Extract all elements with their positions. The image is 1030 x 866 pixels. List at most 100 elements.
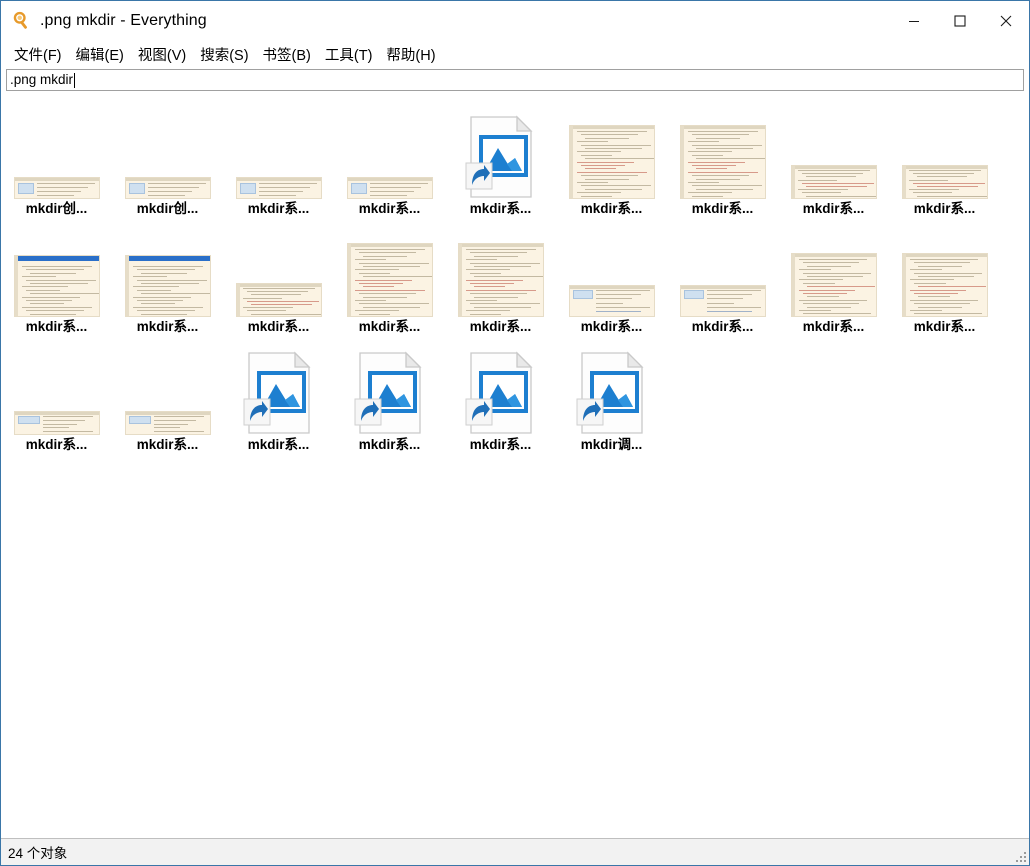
- result-item[interactable]: mkdir系...: [667, 103, 778, 221]
- result-item-label: mkdir调...: [580, 437, 643, 452]
- result-thumbnail: [560, 221, 664, 317]
- close-button[interactable]: [983, 1, 1029, 41]
- result-thumbnail: [116, 103, 220, 199]
- result-thumbnail: [227, 221, 331, 317]
- result-item-label: mkdir系...: [913, 201, 976, 216]
- result-item-label: mkdir系...: [913, 319, 976, 334]
- result-item-label: mkdir系...: [469, 201, 532, 216]
- close-icon: [1000, 15, 1012, 27]
- results-pane[interactable]: mkdir创... mkdir创... mkdir系... mkdir系... mkdi…: [1, 95, 1029, 838]
- everything-window: .png mkdir - Everything 文件(F) 编辑(E) 视图(V…: [0, 0, 1030, 866]
- result-thumbnail: [5, 339, 109, 435]
- result-item[interactable]: mkdir系...: [334, 103, 445, 221]
- result-item[interactable]: mkdir系...: [445, 339, 556, 457]
- maximize-button[interactable]: [937, 1, 983, 41]
- result-item[interactable]: mkdir系...: [223, 221, 334, 339]
- result-item-label: mkdir系...: [25, 437, 88, 452]
- picture-shortcut-icon: [576, 351, 644, 434]
- result-item[interactable]: mkdir系...: [334, 339, 445, 457]
- title-bar[interactable]: .png mkdir - Everything: [1, 1, 1029, 41]
- result-thumbnail: [116, 339, 220, 435]
- result-item[interactable]: mkdir系...: [1, 221, 112, 339]
- search-bar: .png mkdir: [1, 67, 1029, 95]
- menu-item-view[interactable]: 视图(V): [131, 42, 193, 67]
- result-item-label: mkdir系...: [247, 201, 310, 216]
- result-thumbnail: [449, 221, 553, 317]
- result-thumbnail: [560, 103, 664, 199]
- result-item[interactable]: mkdir系...: [556, 221, 667, 339]
- result-thumbnail: [893, 221, 997, 317]
- result-thumbnail: [338, 339, 442, 435]
- result-thumbnail: [338, 103, 442, 199]
- result-item-label: mkdir系...: [358, 319, 421, 334]
- result-thumbnail: [671, 221, 775, 317]
- result-item[interactable]: mkdir创...: [112, 103, 223, 221]
- result-item[interactable]: mkdir系...: [334, 221, 445, 339]
- menu-item-bookmarks[interactable]: 书签(B): [256, 42, 318, 67]
- result-item[interactable]: mkdir系...: [112, 339, 223, 457]
- result-thumbnail: [116, 221, 220, 317]
- window-controls: [891, 1, 1029, 41]
- result-item-label: mkdir系...: [469, 319, 532, 334]
- result-thumbnail: [893, 103, 997, 199]
- menu-item-file[interactable]: 文件(F): [7, 42, 69, 67]
- menu-item-search[interactable]: 搜索(S): [193, 42, 255, 67]
- result-item[interactable]: mkdir系...: [223, 103, 334, 221]
- result-item[interactable]: mkdir创...: [1, 103, 112, 221]
- menu-item-tools[interactable]: 工具(T): [318, 42, 380, 67]
- result-thumbnail: [560, 339, 664, 435]
- picture-shortcut-icon: [354, 351, 422, 434]
- result-thumbnail: [671, 103, 775, 199]
- result-thumbnail: [449, 339, 553, 435]
- result-item-label: mkdir系...: [691, 319, 754, 334]
- result-item[interactable]: mkdir系...: [889, 103, 1000, 221]
- result-item-label: mkdir系...: [580, 319, 643, 334]
- result-item[interactable]: mkdir系...: [889, 221, 1000, 339]
- result-item-label: mkdir系...: [247, 319, 310, 334]
- search-input-value: .png mkdir: [10, 72, 74, 87]
- result-item-label: mkdir系...: [691, 201, 754, 216]
- result-item-label: mkdir创...: [25, 201, 88, 216]
- result-item[interactable]: mkdir系...: [445, 103, 556, 221]
- result-item-label: mkdir系...: [136, 437, 199, 452]
- result-item[interactable]: mkdir系...: [556, 103, 667, 221]
- maximize-icon: [954, 15, 966, 27]
- result-item-label: mkdir系...: [580, 201, 643, 216]
- picture-shortcut-icon: [465, 351, 533, 434]
- menu-item-edit[interactable]: 编辑(E): [69, 42, 131, 67]
- window-title: .png mkdir - Everything: [40, 12, 207, 29]
- status-bar: 24 个对象: [1, 838, 1029, 865]
- result-item-label: mkdir系...: [802, 319, 865, 334]
- minimize-icon: [909, 21, 919, 22]
- result-item-label: mkdir系...: [358, 437, 421, 452]
- result-item[interactable]: mkdir系...: [112, 221, 223, 339]
- result-item-label: mkdir系...: [358, 201, 421, 216]
- result-item[interactable]: mkdir系...: [445, 221, 556, 339]
- result-thumbnail: [338, 221, 442, 317]
- result-thumbnail: [227, 103, 331, 199]
- search-input[interactable]: .png mkdir: [6, 69, 1024, 91]
- result-item[interactable]: mkdir系...: [1, 339, 112, 457]
- result-thumbnail: [449, 103, 553, 199]
- result-item-label: mkdir创...: [136, 201, 199, 216]
- result-thumbnail: [5, 221, 109, 317]
- result-thumbnail: [782, 103, 886, 199]
- result-item[interactable]: mkdir系...: [778, 221, 889, 339]
- result-item-label: mkdir系...: [802, 201, 865, 216]
- picture-shortcut-icon: [243, 351, 311, 434]
- resize-grip-icon[interactable]: [1013, 849, 1026, 862]
- result-item[interactable]: mkdir系...: [667, 221, 778, 339]
- result-item-label: mkdir系...: [136, 319, 199, 334]
- result-item-label: mkdir系...: [247, 437, 310, 452]
- result-item[interactable]: mkdir系...: [223, 339, 334, 457]
- result-item[interactable]: mkdir调...: [556, 339, 667, 457]
- menu-item-help[interactable]: 帮助(H): [379, 42, 442, 67]
- magnifier-icon: [13, 11, 27, 29]
- result-item-label: mkdir系...: [25, 319, 88, 334]
- results-grid: mkdir创... mkdir创... mkdir系... mkdir系... mkdi…: [1, 103, 1029, 457]
- minimize-button[interactable]: [891, 1, 937, 41]
- menu-bar: 文件(F) 编辑(E) 视图(V) 搜索(S) 书签(B) 工具(T) 帮助(H…: [1, 41, 1029, 67]
- result-thumbnail: [782, 221, 886, 317]
- object-count-label: 24 个对象: [8, 846, 68, 861]
- result-item[interactable]: mkdir系...: [778, 103, 889, 221]
